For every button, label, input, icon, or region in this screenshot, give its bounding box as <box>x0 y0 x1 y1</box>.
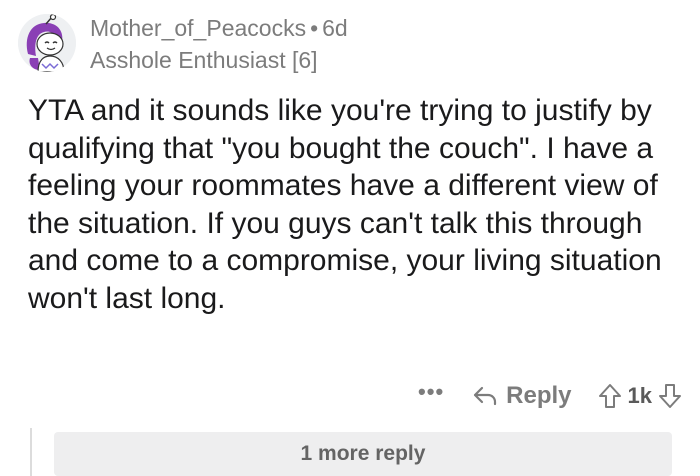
vote-count: 1k <box>627 383 652 408</box>
thread-line[interactable] <box>30 428 32 476</box>
downvote-icon[interactable] <box>658 383 682 409</box>
user-flair: Asshole Enthusiast [6] <box>90 47 318 73</box>
comment-actions: ••• Reply 1k <box>418 378 682 414</box>
reply-button[interactable]: Reply <box>472 382 572 410</box>
comment-body: YTA and it sounds like you're trying to … <box>28 94 662 315</box>
author-link[interactable]: Mother_of_Peacocks <box>90 15 306 41</box>
reply-label: Reply <box>506 382 572 409</box>
comment-meta: Mother_of_Peacocks • 6d <box>90 15 348 42</box>
more-replies-button[interactable]: 1 more reply <box>54 432 672 476</box>
more-options-button[interactable]: ••• <box>418 379 444 405</box>
snoo-avatar-icon <box>18 14 76 72</box>
vote-controls: 1k <box>598 383 682 409</box>
meta-separator: • <box>310 15 319 41</box>
user-avatar[interactable] <box>18 14 76 72</box>
comment-age: 6d <box>322 15 348 41</box>
upvote-icon[interactable] <box>598 383 622 409</box>
reply-arrow-icon <box>474 386 497 406</box>
